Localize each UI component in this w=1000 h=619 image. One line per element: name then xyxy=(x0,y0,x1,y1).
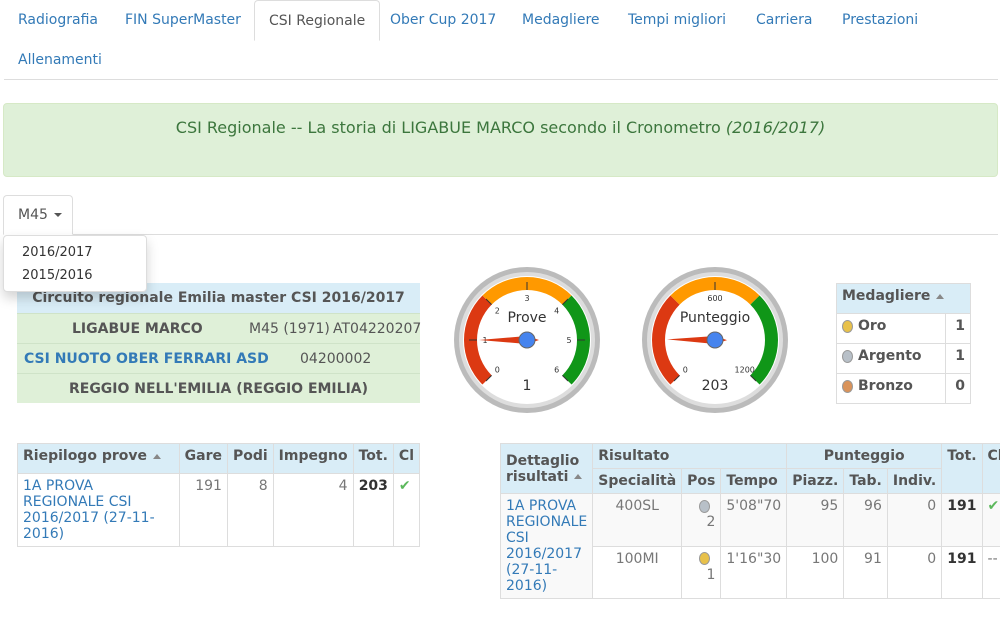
col-tab: Tab. xyxy=(843,468,888,494)
gauge-title: Punteggio xyxy=(680,310,750,326)
category-dropdown-button[interactable]: M45 xyxy=(3,195,73,235)
nav-tabs: Radiografia FIN SuperMaster CSI Regional… xyxy=(4,0,998,80)
col-gare: Gare xyxy=(178,443,228,474)
gauge-tick-label: 2 xyxy=(495,306,500,315)
gauge-hub xyxy=(518,331,536,349)
col-riepilogo[interactable]: Riepilogo prove xyxy=(17,443,180,474)
col-tot: Tot. xyxy=(941,443,983,494)
silver-medal-icon xyxy=(842,349,853,363)
medals-header[interactable]: Medagliere xyxy=(836,283,971,314)
caret-down-icon xyxy=(53,213,62,217)
col-cl: Cl xyxy=(981,443,1000,494)
col-dettaglio[interactable]: Dettaglio risultati xyxy=(499,443,594,494)
season-label: (2016/2017) xyxy=(725,118,826,137)
tab-ober-cup-2017[interactable]: Ober Cup 2017 xyxy=(376,0,510,40)
gauge-title: Prove xyxy=(507,310,546,326)
dropdown-item-2015-2016[interactable]: 2015/2016 xyxy=(4,264,146,287)
col-punteggio: Punteggio xyxy=(786,443,943,469)
bronze-medal-icon xyxy=(842,379,853,393)
tab-tempi-migliori[interactable]: Tempi migliori xyxy=(614,0,740,40)
athlete-name: LIGABUE MARCO xyxy=(72,321,203,337)
gauge-tick-label: 0 xyxy=(495,366,500,375)
tab-fin-supermaster[interactable]: FIN SuperMaster xyxy=(111,0,255,40)
check-icon: ✔ xyxy=(392,473,421,547)
page-title: CSI Regionale -- La storia di LIGABUE MA… xyxy=(175,118,726,137)
gauge-tick-label: 6 xyxy=(554,366,559,375)
medal-row-argento: Argento 1 xyxy=(836,343,971,374)
sort-icon xyxy=(574,474,583,479)
medal-row-bronzo: Bronzo 0 xyxy=(836,373,971,404)
medal-row-oro: Oro 1 xyxy=(836,313,971,344)
col-pos: Pos xyxy=(681,468,722,494)
tab-radiografia[interactable]: Radiografia xyxy=(4,0,112,40)
divider xyxy=(73,234,998,235)
col-tot: Tot. xyxy=(352,443,394,474)
athlete-row: LIGABUE MARCO M45 (1971) AT04220207 xyxy=(17,313,422,343)
tab-prestazioni[interactable]: Prestazioni xyxy=(828,0,932,40)
gauge-punteggio: 0 600 1200 Punteggio 203 xyxy=(642,267,788,413)
gauge-tick-label: 3 xyxy=(524,294,529,303)
athlete-category: M45 (1971) xyxy=(249,321,330,337)
club-link[interactable]: CSI NUOTO OBER FERRARI ASD xyxy=(24,344,269,374)
sort-icon xyxy=(936,293,945,299)
silver-medal-icon xyxy=(699,499,711,513)
athlete-info-panel: Circuito regionale Emilia master CSI 201… xyxy=(17,283,422,403)
gauge-value: 1 xyxy=(523,378,532,394)
dropdown-item-2016-2017[interactable]: 2016/2017 xyxy=(4,241,146,264)
tab-medagliere[interactable]: Medagliere xyxy=(508,0,614,40)
details-table: Dettaglio risultati Risultato Punteggio … xyxy=(499,443,1000,599)
gauge-tick-label: 4 xyxy=(554,306,559,315)
tab-carriera[interactable]: Carriera xyxy=(742,0,826,40)
club-code: 04200002 xyxy=(300,351,372,367)
tab-csi-regionale[interactable]: CSI Regionale xyxy=(254,0,381,41)
gauge-hub xyxy=(706,331,724,349)
club-row: CSI NUOTO OBER FERRARI ASD 04200002 xyxy=(17,343,420,373)
page-title-banner: CSI Regionale -- La storia di LIGABUE MA… xyxy=(3,103,998,177)
gauge-prove: 0123456Prove1 xyxy=(454,267,600,413)
sort-icon xyxy=(153,453,161,459)
col-risultato: Risultato xyxy=(592,443,788,469)
athlete-code: AT04220207 xyxy=(333,321,422,337)
summary-table: Riepilogo prove Gare Podi Impegno Tot. C… xyxy=(17,443,421,547)
table-row: 1A PROVA REGIONALE CSI 2016/2017 (27-11-… xyxy=(499,493,1000,599)
col-tempo: Tempo xyxy=(720,468,788,494)
gauge-tick-label: 0 xyxy=(683,366,688,375)
col-impegno: Impegno xyxy=(272,443,354,474)
gold-medal-icon xyxy=(699,552,711,565)
event-link[interactable]: 1A PROVA REGIONALE CSI 2016/2017 (27-11-… xyxy=(23,478,155,542)
gauge-tick-label: 600 xyxy=(707,294,722,303)
col-podi: Podi xyxy=(226,443,274,474)
gold-medal-icon xyxy=(842,319,853,333)
table-row: 1A PROVA REGIONALE CSI 2016/2017 (27-11-… xyxy=(17,473,421,547)
col-piazz: Piazz. xyxy=(786,468,845,494)
gauge-tick-label: 1200 xyxy=(735,366,755,375)
col-indiv: Indiv. xyxy=(886,468,943,494)
gauge-tick-label: 5 xyxy=(566,336,571,345)
season-dropdown-menu: 2016/2017 2015/2016 xyxy=(3,235,147,292)
athlete-location: REGGIO NELL'EMILIA (REGGIO EMILIA) xyxy=(68,381,369,397)
col-cl: Cl xyxy=(392,443,421,474)
event-link[interactable]: 1A PROVA REGIONALE CSI 2016/2017 (27-11-… xyxy=(506,498,587,594)
medals-table: Medagliere Oro 1 Argento 1 Bronzo 0 xyxy=(836,283,971,404)
category-selected: M45 xyxy=(18,207,48,223)
gauge-value: 203 xyxy=(702,378,729,394)
location-row: REGGIO NELL'EMILIA (REGGIO EMILIA) xyxy=(17,373,420,403)
tab-allenamenti[interactable]: Allenamenti xyxy=(4,40,116,80)
col-specialita: Specialità xyxy=(592,468,683,494)
check-icon: ✔ xyxy=(981,493,1000,547)
